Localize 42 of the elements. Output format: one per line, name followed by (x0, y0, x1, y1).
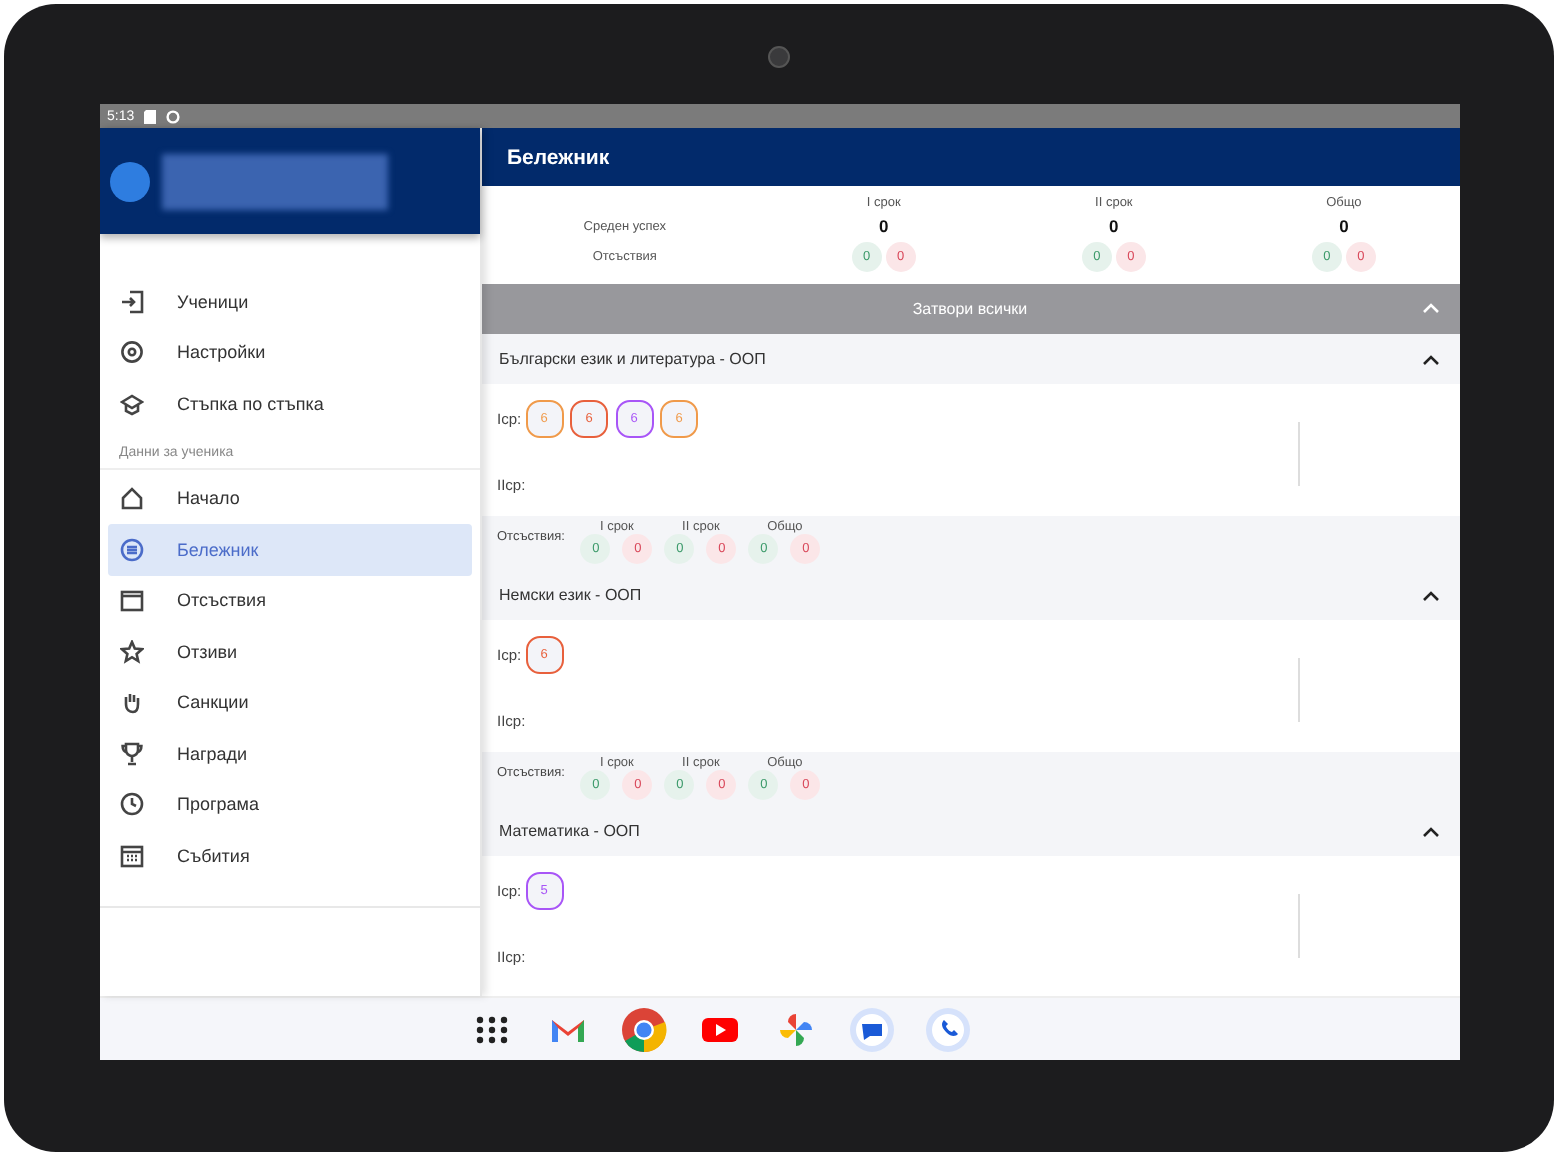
nav-item[interactable]: Начало (107, 473, 471, 524)
subject-header[interactable]: Български език и литература - ООП (481, 334, 1459, 384)
nav-item[interactable]: Награди (107, 728, 471, 779)
subject-header[interactable]: Математика - ООП (481, 806, 1459, 856)
hand-icon (119, 690, 143, 715)
camera-icon (768, 46, 790, 68)
subject-header[interactable]: Немски език - ООП (481, 570, 1459, 620)
trophy-icon (119, 741, 143, 766)
calendar-grid-icon (119, 843, 143, 868)
browser-icon[interactable] (619, 1005, 667, 1053)
nav-item[interactable]: Настройки (107, 327, 471, 378)
phone-icon[interactable] (923, 1005, 971, 1053)
home-icon (119, 486, 143, 511)
nav-item[interactable]: Стъпка по стъпка (107, 378, 471, 429)
nav-item[interactable]: Отсъствия (107, 575, 471, 626)
star-icon (119, 639, 143, 664)
collapse-caret-icon[interactable] (1421, 353, 1439, 365)
nav-item[interactable]: Ученици (107, 276, 471, 327)
average-value: 0 (1109, 216, 1119, 236)
app-bar-title: Бележник (481, 128, 1459, 186)
collapse-caret-icon[interactable] (1421, 589, 1439, 601)
average-value: 0 (1339, 216, 1349, 236)
nav-item[interactable]: Програма (107, 779, 471, 830)
collapse-caret-icon[interactable] (1421, 825, 1439, 837)
subject-title: Немски език - ООП (499, 586, 642, 604)
subject-title: Български език и литература - ООП (499, 350, 766, 368)
nav-item[interactable]: Бележник (107, 524, 471, 575)
average-value: 0 (878, 216, 889, 236)
graduation-cap-icon (119, 391, 143, 416)
chat-icon[interactable] (847, 1005, 895, 1053)
settings-icon (119, 340, 143, 365)
subject-title: Математика - ООП (499, 822, 640, 840)
nav-item[interactable]: Отзиви (107, 626, 471, 677)
nav-item[interactable]: Санкции (107, 677, 471, 728)
status-circle-icon (166, 109, 181, 123)
calendar-icon (119, 588, 143, 613)
nav-item[interactable]: Събития (107, 830, 471, 881)
login-icon (119, 289, 143, 314)
avatar (109, 161, 149, 201)
clock-icon (119, 792, 143, 817)
sd-card-icon (144, 109, 157, 123)
list-icon (119, 537, 143, 562)
